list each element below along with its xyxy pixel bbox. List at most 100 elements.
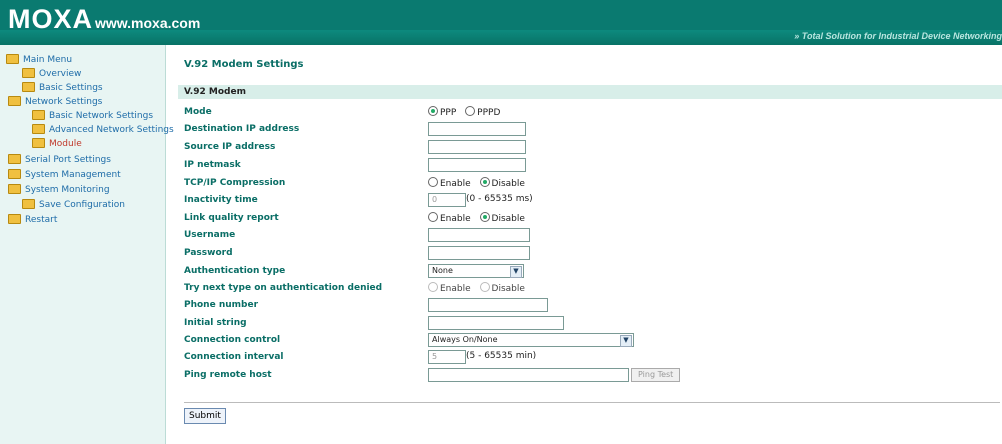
divider bbox=[184, 402, 1000, 403]
try-next-enable-label: Enable bbox=[440, 283, 471, 294]
sidebar-item-network-settings[interactable]: Network Settings bbox=[4, 95, 102, 109]
tcpip-compression-label: TCP/IP Compression bbox=[184, 178, 286, 188]
mode-ppp-radio[interactable] bbox=[428, 106, 438, 116]
tagline: » Total Solution for Industrial Device N… bbox=[794, 31, 1002, 41]
sidebar-item-advanced-network-settings[interactable]: Advanced Network Settings bbox=[32, 123, 174, 137]
folder-icon bbox=[8, 183, 21, 194]
ping-remote-host-label: Ping remote host bbox=[184, 370, 272, 380]
site-url: www.moxa.com bbox=[95, 15, 201, 31]
source-ip-label: Source IP address bbox=[184, 142, 276, 152]
sidebar: Main Menu Overview Basic Settings Networ… bbox=[0, 45, 174, 444]
row-authentication-type: Authentication type None ▼ bbox=[184, 264, 1000, 280]
sidebar-main-menu[interactable]: Main Menu bbox=[6, 53, 72, 67]
folder-icon bbox=[6, 53, 19, 64]
authentication-type-select[interactable]: None ▼ bbox=[428, 264, 524, 278]
inactivity-time-input[interactable]: 0 bbox=[428, 193, 466, 207]
sidebar-item-overview[interactable]: Overview bbox=[22, 67, 81, 81]
sidebar-item-basic-settings[interactable]: Basic Settings bbox=[22, 81, 103, 95]
lqr-disable-radio[interactable] bbox=[479, 212, 490, 222]
username-input[interactable] bbox=[428, 228, 530, 242]
initial-string-label: Initial string bbox=[184, 318, 247, 328]
main-content: V.92 Modem Settings V.92 Modem Mode PPP … bbox=[166, 45, 1002, 444]
destination-ip-input[interactable] bbox=[428, 122, 526, 136]
phone-number-input[interactable] bbox=[428, 298, 548, 312]
connection-interval-unit: (5 - 65535 min) bbox=[466, 351, 537, 361]
connection-interval-input[interactable]: 5 bbox=[428, 350, 466, 364]
chevron-down-icon: ▼ bbox=[510, 266, 522, 278]
row-inactivity-time: Inactivity time 0 (0 - 65535 ms) bbox=[184, 193, 1000, 209]
row-tcpip-compression: TCP/IP Compression Enable Disable bbox=[184, 176, 1000, 192]
connection-control-label: Connection control bbox=[184, 335, 281, 345]
submit-button[interactable]: Submit bbox=[184, 408, 226, 424]
inactivity-time-unit: (0 - 65535 ms) bbox=[466, 194, 533, 204]
inactivity-time-label: Inactivity time bbox=[184, 195, 258, 205]
row-mode: Mode PPP PPPD bbox=[184, 105, 1000, 121]
sidebar-item-module[interactable]: Module bbox=[32, 137, 82, 151]
tcpip-compression-enable-label: Enable bbox=[440, 178, 471, 189]
try-next-type-label: Try next type on authentication denied bbox=[184, 283, 383, 293]
sidebar-item-restart[interactable]: Restart bbox=[4, 213, 57, 227]
username-label: Username bbox=[184, 230, 236, 240]
row-ping-remote-host: Ping remote host Ping Test bbox=[184, 368, 1000, 384]
folder-icon bbox=[32, 137, 45, 148]
mode-label: Mode bbox=[184, 107, 212, 117]
folder-icon bbox=[8, 213, 21, 224]
row-connection-control: Connection control Always On/None ▼ bbox=[184, 333, 1000, 349]
destination-ip-label: Destination IP address bbox=[184, 124, 300, 134]
phone-number-label: Phone number bbox=[184, 300, 259, 310]
tcpip-compression-disable-label: Disable bbox=[491, 178, 525, 189]
connection-control-value: Always On/None bbox=[432, 335, 498, 344]
source-ip-input[interactable] bbox=[428, 140, 526, 154]
mode-control: PPP PPPD bbox=[428, 106, 506, 123]
ping-remote-host-input[interactable] bbox=[428, 368, 629, 382]
row-username: Username bbox=[184, 228, 1000, 244]
connection-interval-label: Connection interval bbox=[184, 352, 284, 362]
sidebar-item-serial-port-settings[interactable]: Serial Port Settings bbox=[4, 153, 111, 167]
mode-ppp-label: PPP bbox=[440, 107, 457, 118]
folder-icon bbox=[22, 198, 35, 209]
row-ip-netmask: IP netmask bbox=[184, 158, 1000, 174]
link-quality-report-control: Enable Disable bbox=[428, 212, 531, 229]
sidebar-item-system-monitoring[interactable]: System Monitoring bbox=[4, 183, 110, 197]
lqr-enable-radio[interactable] bbox=[428, 212, 438, 222]
password-input[interactable] bbox=[428, 246, 530, 260]
try-next-enable-radio[interactable] bbox=[428, 282, 438, 292]
row-source-ip: Source IP address bbox=[184, 140, 1000, 156]
section-header: V.92 Modem bbox=[178, 85, 1002, 99]
try-next-type-control: Enable Disable bbox=[428, 282, 531, 299]
lqr-disable-label: Disable bbox=[491, 213, 525, 224]
folder-open-icon bbox=[8, 95, 21, 106]
mode-pppd-radio[interactable] bbox=[465, 106, 476, 116]
try-next-disable-label: Disable bbox=[491, 283, 525, 294]
row-connection-interval: Connection interval 5 (5 - 65535 min) bbox=[184, 350, 1000, 366]
sidebar-item-system-management[interactable]: System Management bbox=[4, 168, 121, 182]
folder-icon bbox=[32, 123, 45, 134]
sidebar-item-basic-network-settings[interactable]: Basic Network Settings bbox=[32, 109, 153, 123]
ip-netmask-input[interactable] bbox=[428, 158, 526, 172]
header-banner: MOXA www.moxa.com » Total Solution for In… bbox=[0, 0, 1002, 45]
tcpip-compression-enable-radio[interactable] bbox=[428, 177, 438, 187]
sidebar-item-save-configuration[interactable]: Save Configuration bbox=[22, 198, 125, 212]
row-link-quality-report: Link quality report Enable Disable bbox=[184, 211, 1000, 227]
folder-icon bbox=[8, 168, 21, 179]
folder-icon bbox=[8, 153, 21, 164]
authentication-type-value: None bbox=[432, 266, 453, 275]
page-title: V.92 Modem Settings bbox=[184, 59, 304, 70]
ping-test-button[interactable]: Ping Test bbox=[631, 368, 681, 382]
row-destination-ip: Destination IP address bbox=[184, 122, 1000, 138]
ip-netmask-label: IP netmask bbox=[184, 160, 241, 170]
connection-control-select[interactable]: Always On/None ▼ bbox=[428, 333, 634, 347]
tcpip-compression-disable-radio[interactable] bbox=[479, 177, 490, 187]
row-try-next-type: Try next type on authentication denied E… bbox=[184, 281, 1000, 297]
authentication-type-label: Authentication type bbox=[184, 266, 286, 276]
initial-string-input[interactable] bbox=[428, 316, 564, 330]
lqr-enable-label: Enable bbox=[440, 213, 471, 224]
row-initial-string: Initial string bbox=[184, 316, 1000, 332]
link-quality-report-label: Link quality report bbox=[184, 213, 279, 223]
row-phone-number: Phone number bbox=[184, 298, 1000, 314]
folder-icon bbox=[32, 109, 45, 120]
chevron-down-icon: ▼ bbox=[620, 335, 632, 347]
folder-icon bbox=[22, 81, 35, 92]
row-password: Password bbox=[184, 246, 1000, 262]
try-next-disable-radio[interactable] bbox=[479, 282, 490, 292]
